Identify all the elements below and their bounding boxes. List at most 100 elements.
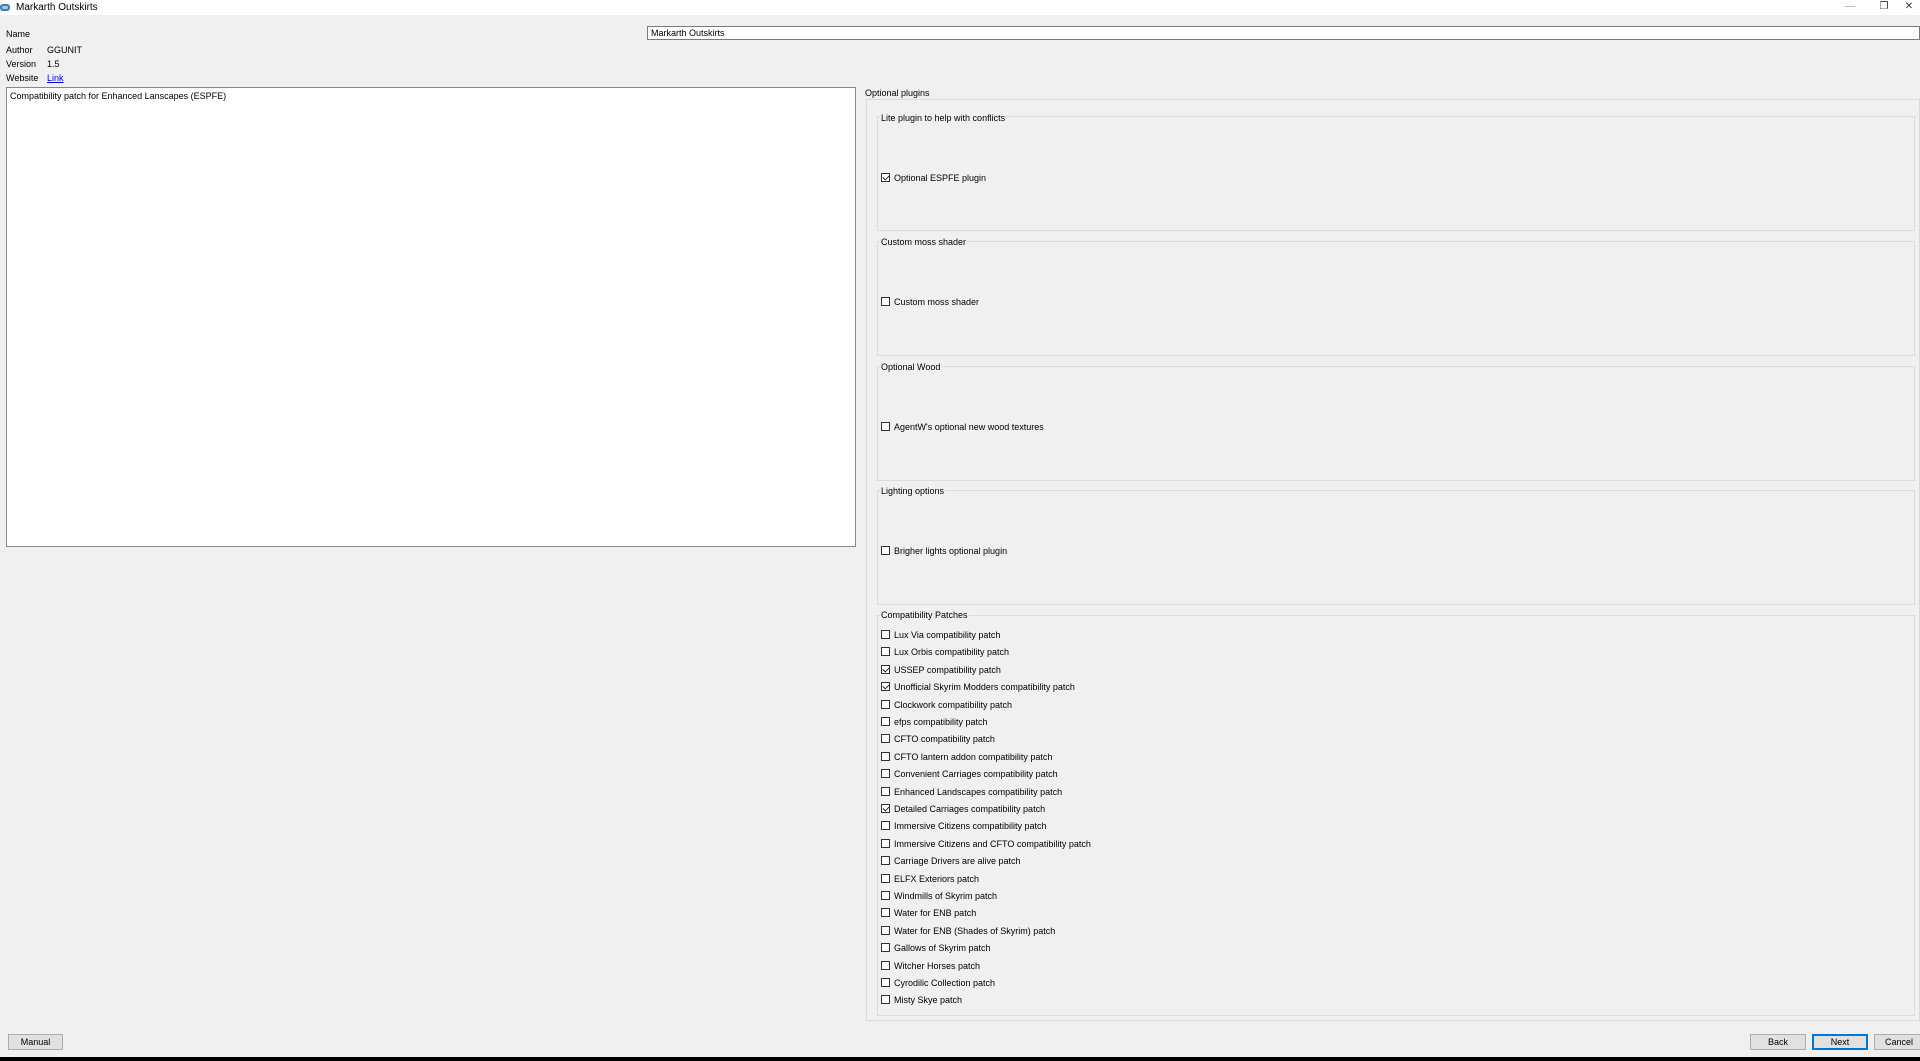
checkbox[interactable] <box>881 891 890 900</box>
option-label: Clockwork compatibility patch <box>894 699 1013 710</box>
checkbox[interactable] <box>881 926 890 935</box>
compat-option[interactable]: Carriage Drivers are alive patch <box>881 854 1021 867</box>
compat-option[interactable]: USSEP compatibility patch <box>881 663 1001 676</box>
compat-option[interactable]: Water for ENB (Shades of Skyrim) patch <box>881 924 1055 937</box>
option-label: Gallows of Skyrim patch <box>894 942 991 953</box>
checkbox[interactable] <box>881 874 890 883</box>
close-button[interactable]: ✕ <box>1898 0 1920 15</box>
checkbox[interactable] <box>881 787 890 796</box>
option-label: Brigher lights optional plugin <box>894 545 1008 556</box>
compat-option[interactable]: Enhanced Landscapes compatibility patch <box>881 785 1062 798</box>
compat-option[interactable]: Lux Orbis compatibility patch <box>881 645 1009 658</box>
option-label: ELFX Exteriors patch <box>894 873 980 884</box>
checkbox[interactable] <box>881 665 890 674</box>
checkbox[interactable] <box>881 839 890 848</box>
checkbox[interactable] <box>881 769 890 778</box>
optional-plugins-label: Optional plugins <box>865 88 930 98</box>
checkbox[interactable] <box>881 630 890 639</box>
checkbox[interactable] <box>881 422 890 431</box>
group-lighting-options <box>877 490 1915 605</box>
checkbox[interactable] <box>881 752 890 761</box>
group-title: Custom moss shader <box>880 237 968 247</box>
compat-option[interactable]: Gallows of Skyrim patch <box>881 941 991 954</box>
checkbox[interactable] <box>881 961 890 970</box>
option-label: Optional ESPFE plugin <box>894 172 987 183</box>
checkbox[interactable] <box>881 821 890 830</box>
window-title: Markarth Outskirts <box>16 2 98 13</box>
checkbox[interactable] <box>881 978 890 987</box>
option-label: Convenient Carriages compatibility patch <box>894 768 1058 779</box>
option-label: Cyrodilic Collection patch <box>894 977 996 988</box>
version-label: Version <box>6 59 37 69</box>
checkbox[interactable] <box>881 804 890 813</box>
back-button[interactable]: Back <box>1750 1034 1806 1050</box>
option-label: Immersive Citizens compatibility patch <box>894 820 1047 831</box>
option-label: Unofficial Skyrim Modders compatibility … <box>894 681 1075 692</box>
checkbox[interactable] <box>881 908 890 917</box>
compat-option[interactable]: Detailed Carriages compatibility patch <box>881 802 1045 815</box>
compat-option[interactable]: Water for ENB patch <box>881 906 976 919</box>
group-lite-plugin <box>877 116 1915 231</box>
group-title: Compatibility Patches <box>880 610 969 620</box>
compat-option[interactable]: Windmills of Skyrim patch <box>881 889 997 902</box>
compat-option[interactable]: CFTO lantern addon compatibility patch <box>881 750 1052 763</box>
option-agentw-wood-textures[interactable]: AgentW's optional new wood textures <box>881 420 1044 433</box>
option-label: efps compatibility patch <box>894 716 988 727</box>
option-optional-espfe-plugin[interactable]: Optional ESPFE plugin <box>881 171 986 184</box>
minimize-button[interactable]: — <box>1836 0 1864 15</box>
checkbox[interactable] <box>881 943 890 952</box>
option-brigher-lights[interactable]: Brigher lights optional plugin <box>881 544 1007 557</box>
compat-option[interactable]: Convenient Carriages compatibility patch <box>881 767 1058 780</box>
next-button[interactable]: Next <box>1812 1034 1868 1050</box>
description-box[interactable]: Compatibility patch for Enhanced Lanscap… <box>6 87 856 547</box>
author-value: GGUNIT <box>47 45 82 55</box>
title-bar: Markarth Outskirts — ❐ ✕ <box>0 0 1920 15</box>
name-field[interactable]: Markarth Outskirts <box>647 26 1920 40</box>
name-label: Name <box>6 29 31 39</box>
option-label: CFTO compatibility patch <box>894 733 995 744</box>
restore-button[interactable]: ❐ <box>1870 0 1898 15</box>
compat-option[interactable]: efps compatibility patch <box>881 715 988 728</box>
option-label: Enhanced Landscapes compatibility patch <box>894 786 1063 797</box>
cancel-button[interactable]: Cancel <box>1874 1034 1920 1050</box>
compat-option[interactable]: ELFX Exteriors patch <box>881 872 979 885</box>
compat-option[interactable]: Immersive Citizens and CFTO compatibilit… <box>881 837 1091 850</box>
option-label: Lux Orbis compatibility patch <box>894 646 1010 657</box>
checkbox[interactable] <box>881 297 890 306</box>
compat-option[interactable]: Cyrodilic Collection patch <box>881 976 995 989</box>
checkbox[interactable] <box>881 546 890 555</box>
option-label: Witcher Horses patch <box>894 960 981 971</box>
group-custom-moss-shader <box>877 241 1915 356</box>
website-label: Website <box>6 73 39 83</box>
checkbox[interactable] <box>881 717 890 726</box>
compat-option[interactable]: Misty Skye patch <box>881 993 962 1006</box>
checkbox[interactable] <box>881 856 890 865</box>
checkbox[interactable] <box>881 173 890 182</box>
option-label: Windmills of Skyrim patch <box>894 890 998 901</box>
manual-button[interactable]: Manual <box>8 1034 63 1050</box>
compat-option[interactable]: Immersive Citizens compatibility patch <box>881 819 1047 832</box>
group-title: Lighting options <box>880 486 946 496</box>
group-compatibility-patches <box>877 615 1915 1016</box>
checkbox[interactable] <box>881 682 890 691</box>
compat-option[interactable]: Clockwork compatibility patch <box>881 698 1012 711</box>
checkbox[interactable] <box>881 700 890 709</box>
option-label: Detailed Carriages compatibility patch <box>894 803 1046 814</box>
compat-option[interactable]: CFTO compatibility patch <box>881 732 995 745</box>
option-label: Carriage Drivers are alive patch <box>894 855 1021 866</box>
taskbar-edge <box>0 1057 1920 1061</box>
option-label: AgentW's optional new wood textures <box>894 421 1044 432</box>
option-label: USSEP compatibility patch <box>894 664 1001 675</box>
option-custom-moss-shader[interactable]: Custom moss shader <box>881 295 979 308</box>
compat-option[interactable]: Witcher Horses patch <box>881 959 980 972</box>
version-value: 1.5 <box>47 59 60 69</box>
compat-option[interactable]: Lux Via compatibility patch <box>881 628 1000 641</box>
option-label: Lux Via compatibility patch <box>894 629 1001 640</box>
author-label: Author <box>6 45 33 55</box>
checkbox[interactable] <box>881 647 890 656</box>
group-title: Optional Wood <box>880 362 942 372</box>
compat-option[interactable]: Unofficial Skyrim Modders compatibility … <box>881 680 1075 693</box>
checkbox[interactable] <box>881 995 890 1004</box>
website-link[interactable]: Link <box>47 73 64 83</box>
checkbox[interactable] <box>881 734 890 743</box>
